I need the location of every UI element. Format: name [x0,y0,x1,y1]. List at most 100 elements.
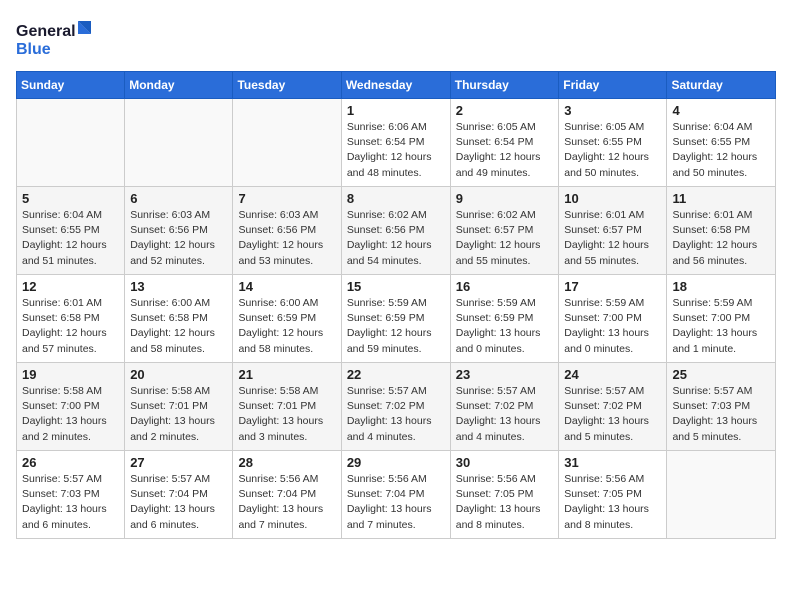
day-number: 28 [238,455,335,470]
calendar-cell: 9 Sunrise: 6:02 AMSunset: 6:57 PMDaylight… [450,187,559,275]
calendar-cell: 10 Sunrise: 6:01 AMSunset: 6:57 PMDayligh… [559,187,667,275]
calendar-cell: 7Sunrise: 6:03 AMSunset: 6:56 PMDaylight… [233,187,341,275]
calendar-cell: 4Sunrise: 6:04 AMSunset: 6:55 PMDaylight… [667,99,776,187]
calendar-cell: 14 Sunrise: 6:00 AMSunset: 6:59 PMDayligh… [233,275,341,363]
day-number: 11 [672,191,770,206]
calendar-cell: 24 Sunrise: 5:57 AMSunset: 7:02 PMDayligh… [559,363,667,451]
day-number: 25 [672,367,770,382]
day-info: Sunrise: 6:02 AMSunset: 6:56 PMDaylight:… [347,208,445,269]
day-number: 23 [456,367,554,382]
svg-text:Blue: Blue [16,41,51,58]
calendar-cell: 6 Sunrise: 6:03 AMSunset: 6:56 PMDaylight… [125,187,233,275]
calendar-cell: 12Sunrise: 6:01 AMSunset: 6:58 PMDayligh… [17,275,125,363]
day-info: Sunrise: 5:57 AMSunset: 7:04 PMDaylight:… [130,472,227,533]
day-info: Sunrise: 5:58 AMSunset: 7:00 PMDaylight:… [22,384,119,445]
day-number: 18 [672,279,770,294]
day-number: 6 [130,191,227,206]
calendar-week-row: 19 Sunrise: 5:58 AMSunset: 7:00 PMDayligh… [17,363,776,451]
day-info: Sunrise: 6:03 AMSunset: 6:56 PMDaylight:… [130,208,227,269]
calendar-cell: 21Sunrise: 5:58 AMSunset: 7:01 PMDayligh… [233,363,341,451]
day-info: Sunrise: 5:59 AMSunset: 7:00 PMDaylight:… [564,296,661,357]
weekday-header: Wednesday [341,72,450,99]
day-info: Sunrise: 6:00 AMSunset: 6:59 PMDaylight:… [238,296,335,357]
day-number: 15 [347,279,445,294]
calendar-week-row: 12Sunrise: 6:01 AMSunset: 6:58 PMDayligh… [17,275,776,363]
calendar-cell: 30 Sunrise: 5:56 AMSunset: 7:05 PMDayligh… [450,451,559,539]
day-info: Sunrise: 5:57 AMSunset: 7:02 PMDaylight:… [564,384,661,445]
day-number: 27 [130,455,227,470]
day-info: Sunrise: 5:59 AMSunset: 6:59 PMDaylight:… [347,296,445,357]
calendar-week-row: 5 Sunrise: 6:04 AMSunset: 6:55 PMDaylight… [17,187,776,275]
day-number: 5 [22,191,119,206]
day-info: Sunrise: 6:05 AMSunset: 6:55 PMDaylight:… [564,120,661,181]
calendar-cell: 27 Sunrise: 5:57 AMSunset: 7:04 PMDayligh… [125,451,233,539]
calendar-cell: 2 Sunrise: 6:05 AMSunset: 6:54 PMDaylight… [450,99,559,187]
day-number: 21 [238,367,335,382]
day-number: 29 [347,455,445,470]
day-number: 8 [347,191,445,206]
calendar-cell: 3 Sunrise: 6:05 AMSunset: 6:55 PMDaylight… [559,99,667,187]
day-info: Sunrise: 6:02 AMSunset: 6:57 PMDaylight:… [456,208,554,269]
day-number: 20 [130,367,227,382]
day-info: Sunrise: 6:03 AMSunset: 6:56 PMDaylight:… [238,208,335,269]
logo-svg: GeneralBlue [16,16,96,61]
day-info: Sunrise: 6:05 AMSunset: 6:54 PMDaylight:… [456,120,554,181]
calendar-cell: 31 Sunrise: 5:56 AMSunset: 7:05 PMDayligh… [559,451,667,539]
calendar-cell [667,451,776,539]
day-number: 19 [22,367,119,382]
page-header: GeneralBlue [16,16,776,61]
calendar-cell [233,99,341,187]
day-info: Sunrise: 5:57 AMSunset: 7:02 PMDaylight:… [347,384,445,445]
day-info: Sunrise: 6:01 AMSunset: 6:57 PMDaylight:… [564,208,661,269]
weekday-header: Thursday [450,72,559,99]
day-number: 14 [238,279,335,294]
day-number: 13 [130,279,227,294]
weekday-header: Tuesday [233,72,341,99]
day-info: Sunrise: 5:57 AMSunset: 7:02 PMDaylight:… [456,384,554,445]
day-number: 9 [456,191,554,206]
day-info: Sunrise: 6:04 AMSunset: 6:55 PMDaylight:… [22,208,119,269]
day-number: 10 [564,191,661,206]
calendar-cell: 5 Sunrise: 6:04 AMSunset: 6:55 PMDaylight… [17,187,125,275]
day-info: Sunrise: 5:56 AMSunset: 7:05 PMDaylight:… [564,472,661,533]
calendar-cell: 29 Sunrise: 5:56 AMSunset: 7:04 PMDayligh… [341,451,450,539]
calendar-cell [17,99,125,187]
day-number: 31 [564,455,661,470]
weekday-header: Sunday [17,72,125,99]
day-number: 17 [564,279,661,294]
weekday-header: Friday [559,72,667,99]
day-info: Sunrise: 5:56 AMSunset: 7:04 PMDaylight:… [347,472,445,533]
day-info: Sunrise: 6:00 AMSunset: 6:58 PMDaylight:… [130,296,227,357]
weekday-header: Monday [125,72,233,99]
calendar-cell: 11 Sunrise: 6:01 AMSunset: 6:58 PMDayligh… [667,187,776,275]
day-number: 1 [347,103,445,118]
calendar-cell: 20Sunrise: 5:58 AMSunset: 7:01 PMDayligh… [125,363,233,451]
calendar-cell: 13 Sunrise: 6:00 AMSunset: 6:58 PMDayligh… [125,275,233,363]
logo: GeneralBlue [16,16,96,61]
day-number: 3 [564,103,661,118]
calendar-cell: 26Sunrise: 5:57 AMSunset: 7:03 PMDayligh… [17,451,125,539]
day-info: Sunrise: 6:01 AMSunset: 6:58 PMDaylight:… [22,296,119,357]
calendar-table: SundayMondayTuesdayWednesdayThursdayFrid… [16,71,776,539]
calendar-cell: 8 Sunrise: 6:02 AMSunset: 6:56 PMDaylight… [341,187,450,275]
calendar-week-row: 1 Sunrise: 6:06 AMSunset: 6:54 PMDaylight… [17,99,776,187]
calendar-header-row: SundayMondayTuesdayWednesdayThursdayFrid… [17,72,776,99]
calendar-cell: 16Sunrise: 5:59 AMSunset: 6:59 PMDayligh… [450,275,559,363]
day-number: 2 [456,103,554,118]
day-info: Sunrise: 5:59 AMSunset: 7:00 PMDaylight:… [672,296,770,357]
svg-text:General: General [16,23,76,40]
day-info: Sunrise: 6:01 AMSunset: 6:58 PMDaylight:… [672,208,770,269]
day-number: 24 [564,367,661,382]
calendar-cell: 18 Sunrise: 5:59 AMSunset: 7:00 PMDayligh… [667,275,776,363]
day-number: 30 [456,455,554,470]
day-info: Sunrise: 5:57 AMSunset: 7:03 PMDaylight:… [22,472,119,533]
day-number: 16 [456,279,554,294]
calendar-cell: 1 Sunrise: 6:06 AMSunset: 6:54 PMDaylight… [341,99,450,187]
day-info: Sunrise: 5:56 AMSunset: 7:04 PMDaylight:… [238,472,335,533]
day-info: Sunrise: 5:56 AMSunset: 7:05 PMDaylight:… [456,472,554,533]
day-info: Sunrise: 6:06 AMSunset: 6:54 PMDaylight:… [347,120,445,181]
calendar-week-row: 26Sunrise: 5:57 AMSunset: 7:03 PMDayligh… [17,451,776,539]
calendar-cell: 15 Sunrise: 5:59 AMSunset: 6:59 PMDayligh… [341,275,450,363]
calendar-cell: 25Sunrise: 5:57 AMSunset: 7:03 PMDayligh… [667,363,776,451]
calendar-cell: 23 Sunrise: 5:57 AMSunset: 7:02 PMDayligh… [450,363,559,451]
